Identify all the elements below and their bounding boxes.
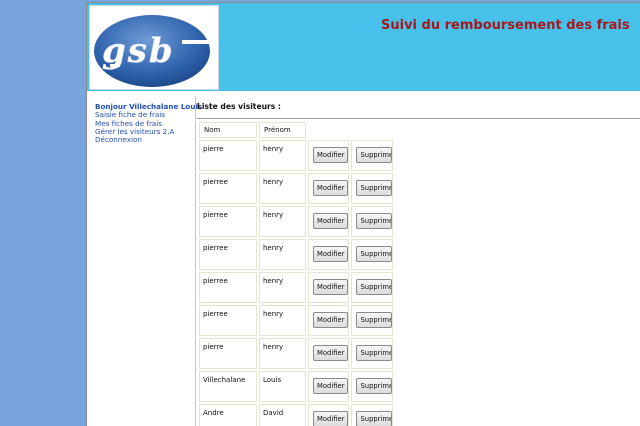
cell-nom: pierre — [199, 338, 257, 369]
table-header-row: Nom Prénom — [199, 122, 393, 138]
cell-modify: Modifier — [308, 272, 350, 303]
modify-button[interactable]: Modifier — [313, 147, 349, 163]
table-row: pierree henry Modifier Supprimer — [199, 305, 394, 336]
cell-delete: Supprimer — [351, 239, 394, 270]
cell-delete: Supprimer — [351, 404, 394, 426]
table-row: Andre David Modifier Supprimer — [199, 404, 394, 426]
cell-modify: Modifier — [308, 239, 350, 270]
cell-modify: Modifier — [308, 371, 350, 402]
delete-button[interactable]: Supprimer — [356, 246, 393, 262]
cell-prenom: henry — [259, 206, 306, 237]
cell-delete: Supprimer — [351, 140, 394, 171]
cell-nom: Villechalane — [199, 371, 257, 402]
cell-nom: pierree — [199, 272, 257, 303]
cell-nom: pierree — [199, 173, 257, 204]
column-header-prenom: Prénom — [259, 122, 306, 138]
title-divider — [197, 118, 640, 119]
modify-button[interactable]: Modifier — [313, 246, 349, 262]
delete-button[interactable]: Supprimer — [356, 279, 393, 295]
cell-prenom: henry — [259, 272, 306, 303]
delete-button[interactable]: Supprimer — [356, 345, 393, 361]
table-row: pierre henry Modifier Supprimer — [199, 338, 394, 369]
cell-nom: pierre — [199, 140, 257, 171]
cell-delete: Supprimer — [351, 371, 394, 402]
table-row: pierree henry Modifier Supprimer — [199, 239, 394, 270]
modify-button[interactable]: Modifier — [313, 213, 349, 229]
menu-item-deconnexion[interactable]: Déconnexion — [95, 135, 195, 144]
cell-prenom: Louis — [259, 371, 306, 402]
table-row: pierre henry Modifier Supprimer — [199, 140, 394, 171]
list-title: Liste des visiteurs : — [197, 102, 281, 111]
cell-nom: Andre — [199, 404, 257, 426]
cell-delete: Supprimer — [351, 206, 394, 237]
cell-modify: Modifier — [308, 305, 350, 336]
delete-button[interactable]: Supprimer — [356, 147, 393, 163]
cell-delete: Supprimer — [351, 338, 394, 369]
cell-delete: Supprimer — [351, 305, 394, 336]
page: gsb Suivi du remboursement des frais Bon… — [86, 2, 640, 426]
cell-modify: Modifier — [308, 140, 350, 171]
cell-prenom: henry — [259, 140, 306, 171]
column-header-nom: Nom — [199, 122, 257, 138]
cell-prenom: David — [259, 404, 306, 426]
cell-delete: Supprimer — [351, 173, 394, 204]
side-menu: Bonjour Villechalane Louis Saisie fiche … — [95, 102, 202, 144]
table-body: pierre henry Modifier Supprimer pierree henry… — [199, 140, 394, 426]
gsb-logo: gsb — [89, 5, 219, 90]
modify-button[interactable]: Modifier — [313, 312, 349, 328]
modify-button[interactable]: Modifier — [313, 345, 349, 361]
table-row: pierree henry Modifier Supprimer — [199, 206, 394, 237]
table-row: pierree henry Modifier Supprimer — [199, 272, 394, 303]
cell-nom: pierree — [199, 239, 257, 270]
cell-modify: Modifier — [308, 404, 350, 426]
header: gsb Suivi du remboursement des frais — [87, 3, 640, 91]
cell-modify: Modifier — [308, 338, 350, 369]
app-title: Suivi du remboursement des frais — [381, 18, 630, 33]
cell-prenom: henry — [259, 305, 306, 336]
cell-delete: Supprimer — [351, 272, 394, 303]
cell-nom: pierree — [199, 206, 257, 237]
delete-button[interactable]: Supprimer — [356, 378, 393, 394]
cell-prenom: henry — [259, 239, 306, 270]
modify-button[interactable]: Modifier — [313, 279, 349, 295]
delete-button[interactable]: Supprimer — [356, 411, 393, 426]
modify-button[interactable]: Modifier — [313, 378, 349, 394]
cell-modify: Modifier — [308, 173, 350, 204]
delete-button[interactable]: Supprimer — [356, 180, 393, 196]
table-row: Villechalane Louis Modifier Supprimer — [199, 371, 394, 402]
table-row: pierree henry Modifier Supprimer — [199, 173, 394, 204]
delete-button[interactable]: Supprimer — [356, 213, 393, 229]
cell-prenom: henry — [259, 173, 306, 204]
modify-button[interactable]: Modifier — [313, 180, 349, 196]
modify-button[interactable]: Modifier — [313, 411, 349, 426]
visitors-table: Nom Prénom pierre henry Modifier Supprimer p… — [197, 120, 395, 426]
cell-nom: pierree — [199, 305, 257, 336]
cell-prenom: henry — [259, 338, 306, 369]
cell-modify: Modifier — [308, 206, 350, 237]
delete-button[interactable]: Supprimer — [356, 312, 393, 328]
